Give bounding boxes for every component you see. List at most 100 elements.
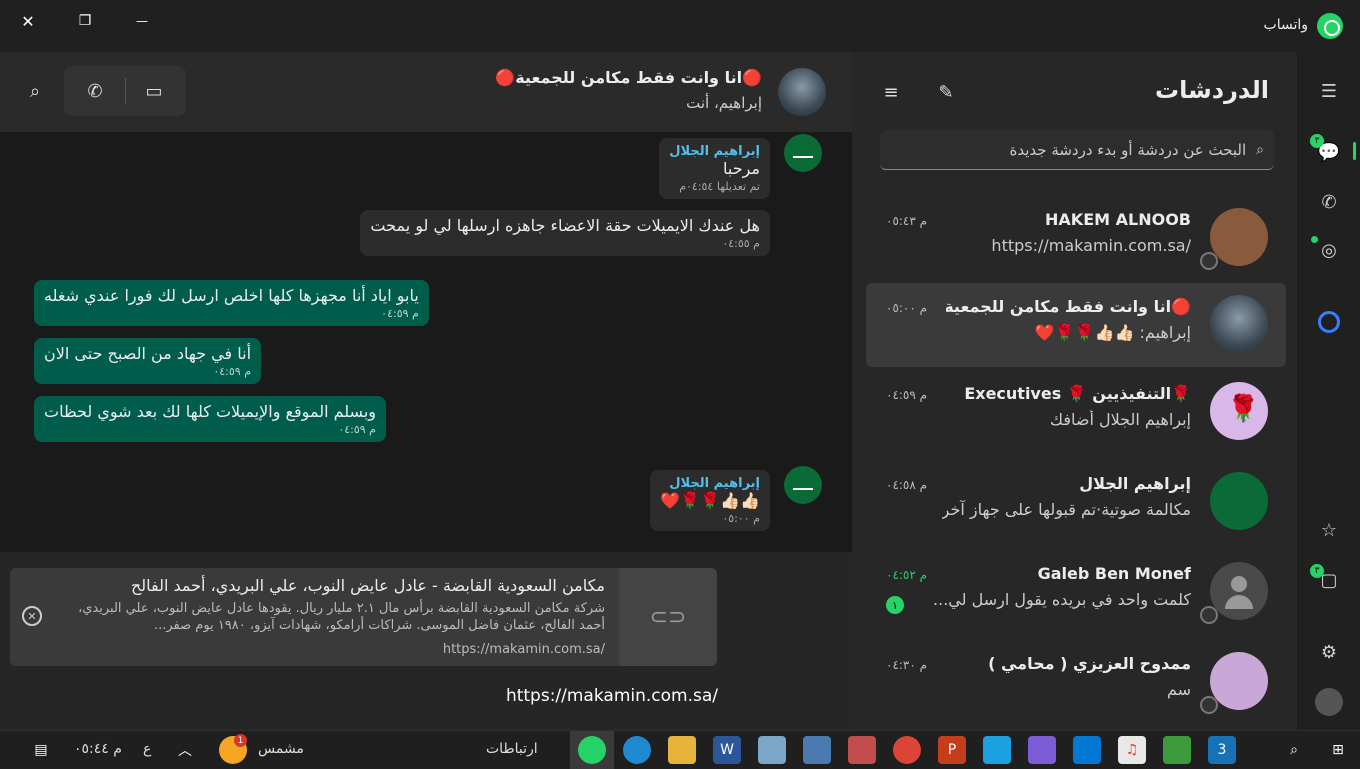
voice-call-icon[interactable]: ✆ (81, 77, 109, 105)
app-icon[interactable] (983, 736, 1011, 764)
app-icon[interactable] (758, 736, 786, 764)
weather-text[interactable]: مشمس (258, 741, 304, 757)
divider (125, 78, 126, 104)
group-title: 🔴انا وانت فقط مكامن للجمعية🔴 (495, 68, 762, 87)
chat-time: م ٠٤:٥٢ (886, 568, 928, 582)
chrome-icon[interactable] (893, 736, 921, 764)
messages-area: إبراهيم الجلال مرحبا تم تعديلها ٠٤:٥٤م ه… (0, 132, 852, 552)
message-meta: م ٠٤:٥٥ (722, 237, 760, 250)
powerpoint-icon[interactable]: P (938, 736, 966, 764)
avatar (1210, 652, 1268, 710)
restore-window-button[interactable]: ❐ (63, 6, 107, 36)
chat-row[interactable]: Galeb Ben Monef كلمت واحد في بريده يقول … (866, 550, 1286, 634)
word-icon[interactable]: W (713, 736, 741, 764)
show-hidden-icons-icon[interactable]: ︿ (171, 736, 199, 764)
message-bubble[interactable]: أنا في جهاد من الصبح حتى الان م ٠٤:٥٩ (34, 338, 262, 384)
search-placeholder: البحث عن دردشة أو بدء دردشة جديدة (1009, 140, 1247, 159)
settings-gear-icon[interactable]: ⚙ (1315, 638, 1343, 666)
message-bubble[interactable]: إبراهيم الجلال مرحبا تم تعديلها ٠٤:٥٤م (659, 138, 770, 199)
sync-icon (1200, 252, 1218, 270)
message-input[interactable]: https://makamin.com.sa/ (506, 686, 718, 706)
app-icon[interactable]: 3 (1208, 736, 1236, 764)
weather-badge: 1 (234, 734, 247, 747)
app-icon[interactable] (1163, 736, 1191, 764)
chat-row[interactable]: HAKEM ALNOOB https://makamin.com.sa/ م ٠… (866, 196, 1286, 280)
sender-name: إبراهيم الجلال (669, 476, 760, 491)
status-dot (1311, 236, 1318, 243)
filter-icon[interactable]: ≡ (879, 80, 903, 104)
search-icon[interactable]: ⌕ (21, 77, 49, 105)
windows-start-icon[interactable]: ⊞ (1324, 736, 1352, 764)
message-meta: م ٠٤:٥٩ (213, 365, 252, 378)
search-icon[interactable]: ⌕ (1280, 736, 1308, 764)
starred-icon[interactable]: ☆ (1315, 516, 1343, 544)
link-preview[interactable]: ⊂⊃ مكامن السعودية القابضة - عادل عايض ال… (10, 568, 717, 666)
sync-icon (1200, 606, 1218, 624)
group-avatar[interactable] (778, 68, 826, 116)
chat-time: م ٠٥:٠٠ (886, 301, 928, 315)
chat-name: 🔴انا وانت فقط مكامن للجمعية... (946, 297, 1191, 316)
notifications-icon[interactable]: ▤ (27, 736, 55, 764)
clock: م ٠٥:٤٤ (74, 741, 122, 757)
app-icon[interactable] (1028, 736, 1056, 764)
message-bubble[interactable]: وبسلم الموقع والإيميلات كلها لك بعد شوي … (34, 396, 386, 442)
archived-badge: ٣ (1310, 564, 1324, 578)
chats-badge: ٣ (1310, 134, 1324, 148)
links-toolbar[interactable]: ارتباطات (486, 741, 538, 757)
minimize-window-button[interactable]: — (120, 6, 164, 36)
avatar (1210, 472, 1268, 530)
chat-row[interactable]: ممدوح العزيزي ( محامي ) سم م ٠٤:٣٠ (866, 640, 1286, 724)
message-text: أنا في جهاد من الصبح حتى الان (44, 344, 252, 363)
app-title: واتساب (1263, 17, 1308, 33)
chat-preview: كلمت واحد في بريده يقول ارسل لي... (933, 590, 1191, 609)
search-input[interactable]: ⌕ البحث عن دردشة أو بدء دردشة جديدة (880, 130, 1274, 170)
sender-avatar (784, 466, 822, 504)
message-text: وبسلم الموقع والإيميلات كلها لك بعد شوي … (44, 402, 376, 421)
hamburger-menu-icon[interactable]: ☰ (1315, 77, 1343, 105)
calls-icon[interactable]: ✆ (1315, 188, 1343, 216)
profile-avatar[interactable] (1315, 688, 1343, 716)
link-preview-url: https://makamin.com.sa/ (442, 642, 605, 657)
group-members: إبراهيم، أنت (686, 94, 762, 112)
new-chat-icon[interactable]: ✎ (934, 80, 958, 104)
call-buttons: ▭ ✆ (64, 66, 186, 116)
chat-name: 🌹التنفيذيين 🌹 Executives (964, 384, 1191, 403)
chat-row[interactable]: إبراهيم الجلال مكالمة صوتية·تم قبولها عل… (866, 460, 1286, 544)
chat-preview: سم (1166, 680, 1191, 699)
chat-name: إبراهيم الجلال (1079, 474, 1191, 493)
chats-heading: الدردشات (1155, 76, 1269, 104)
app-icon[interactable] (803, 736, 831, 764)
file-explorer-icon[interactable] (668, 736, 696, 764)
message-meta: م ٠٤:٥٩ (381, 307, 419, 320)
message-text: مرحبا (723, 159, 760, 178)
conversation-header[interactable]: 🔴انا وانت فقط مكامن للجمعية🔴 إبراهيم، أن… (0, 52, 852, 132)
avatar: 🌹 (1210, 382, 1268, 440)
meta-ai-icon[interactable] (1315, 308, 1343, 336)
input-language[interactable]: ع (143, 741, 151, 757)
status-icon[interactable]: ◎ (1315, 236, 1343, 264)
link-icon: ⊂⊃ (619, 568, 717, 666)
chat-time: م ٠٤:٥٨ (886, 478, 928, 492)
close-preview-icon[interactable]: ✕ (22, 606, 42, 626)
message-text: يابو اياد أنا مجهزها كلها اخلص ارسل لك ف… (44, 286, 419, 305)
unread-badge: ١ (886, 596, 904, 614)
chat-name: HAKEM ALNOOB (1045, 210, 1191, 229)
message-meta: م ٠٤:٥٩ (338, 423, 376, 436)
message-bubble[interactable]: يابو اياد أنا مجهزها كلها اخلص ارسل لك ف… (34, 280, 429, 326)
vscode-icon[interactable] (1073, 736, 1101, 764)
chat-name: Galeb Ben Monef (1037, 564, 1191, 583)
itunes-icon[interactable]: ♫ (1118, 736, 1146, 764)
edge-icon[interactable] (623, 736, 651, 764)
close-window-button[interactable]: ✕ (6, 6, 50, 36)
message-bubble[interactable]: إبراهيم الجلال 👍🏻👍🏻🌹🌹❤️ م ٠٥:٠٠ (650, 470, 770, 531)
app-icon[interactable] (848, 736, 876, 764)
sender-name: إبراهيم الجلال (669, 144, 760, 159)
video-call-icon[interactable]: ▭ (140, 77, 168, 105)
chat-name: ممدوح العزيزي ( محامي ) (988, 654, 1191, 673)
chat-row[interactable]: 🌹 🌹التنفيذيين 🌹 Executives إبراهيم الجلا… (866, 370, 1286, 454)
taskbar: ▤ م ٠٥:٤٤ ع ︿ 1 مشمس ارتباطات W P ♫ 3 ⌕ … (0, 730, 1360, 769)
whatsapp-taskbar-icon[interactable] (578, 736, 606, 764)
message-bubble[interactable]: هل عندك الايميلات حقة الاعضاء جاهزه ارسل… (360, 210, 770, 256)
active-indicator (1353, 142, 1356, 160)
chat-row[interactable]: 🔴انا وانت فقط مكامن للجمعية... إبراهيم: … (866, 283, 1286, 367)
